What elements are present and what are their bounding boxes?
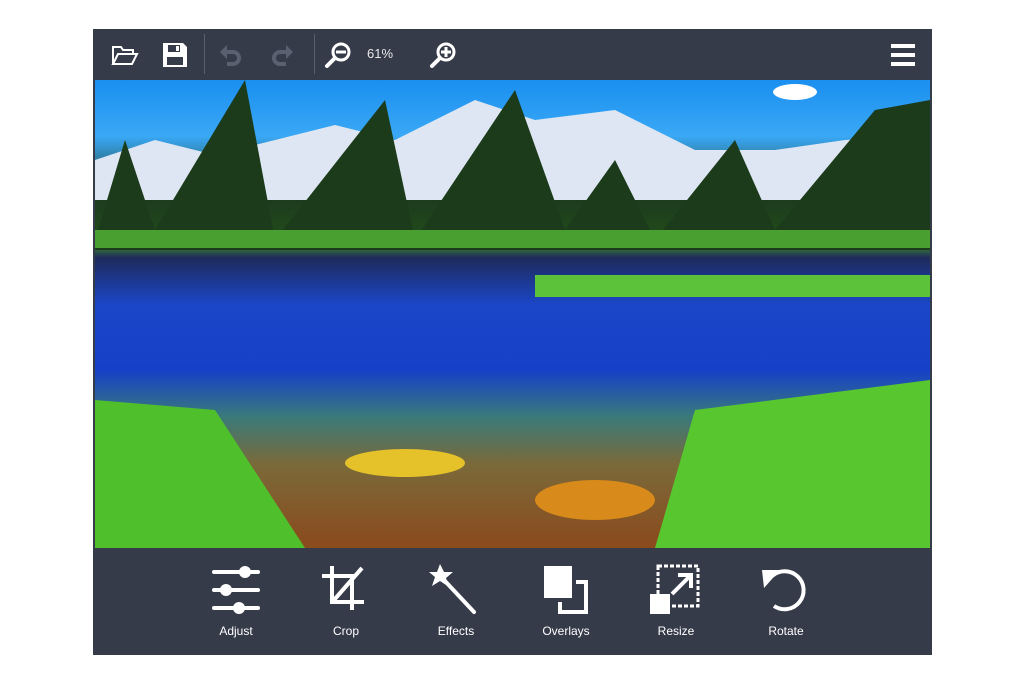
folder-open-icon [111,46,139,65]
tool-effects[interactable]: Effects [411,562,501,638]
save-icon [163,43,187,67]
tool-crop[interactable]: Crop [301,562,391,638]
redo-icon [272,45,293,66]
image-canvas[interactable] [95,80,930,548]
zoom-out-icon [325,42,351,68]
landscape-photo [95,80,930,548]
overlays-icon [544,566,588,614]
tool-label: Effects [437,624,475,638]
zoom-level: 61% [367,46,394,61]
divider [204,34,205,74]
redo-button[interactable] [264,37,300,73]
menu-button[interactable] [885,37,921,73]
undo-button[interactable] [213,37,249,73]
tool-label: Overlays [542,624,590,638]
tool-overlays[interactable]: Overlays [521,562,611,638]
zoom-in-icon [430,42,456,68]
rotate-icon [762,569,806,612]
save-button[interactable] [157,37,193,73]
divider [314,34,315,74]
tool-rotate[interactable]: Rotate [741,562,831,638]
resize-icon [650,564,700,614]
tool-adjust[interactable]: Adjust [191,562,281,638]
sliders-icon [212,566,260,614]
tool-label: Adjust [219,624,253,638]
crop-icon [322,566,364,610]
tool-resize[interactable]: Resize [631,562,721,638]
top-toolbar: 61% [93,29,932,80]
photo-editor: 61% Adjust Crop Effects Overlays Resize … [93,29,932,655]
zoom-in-button[interactable] [425,37,461,73]
hamburger-menu-icon [891,44,915,66]
tool-label: Crop [332,624,359,638]
zoom-out-button[interactable] [320,37,356,73]
open-button[interactable] [107,37,143,73]
tool-label: Resize [657,624,695,638]
undo-icon [220,45,241,66]
tools-bar: Adjust Crop Effects Overlays Resize Rota… [93,548,932,655]
magic-wand-icon [429,564,476,614]
tool-label: Rotate [768,624,804,638]
